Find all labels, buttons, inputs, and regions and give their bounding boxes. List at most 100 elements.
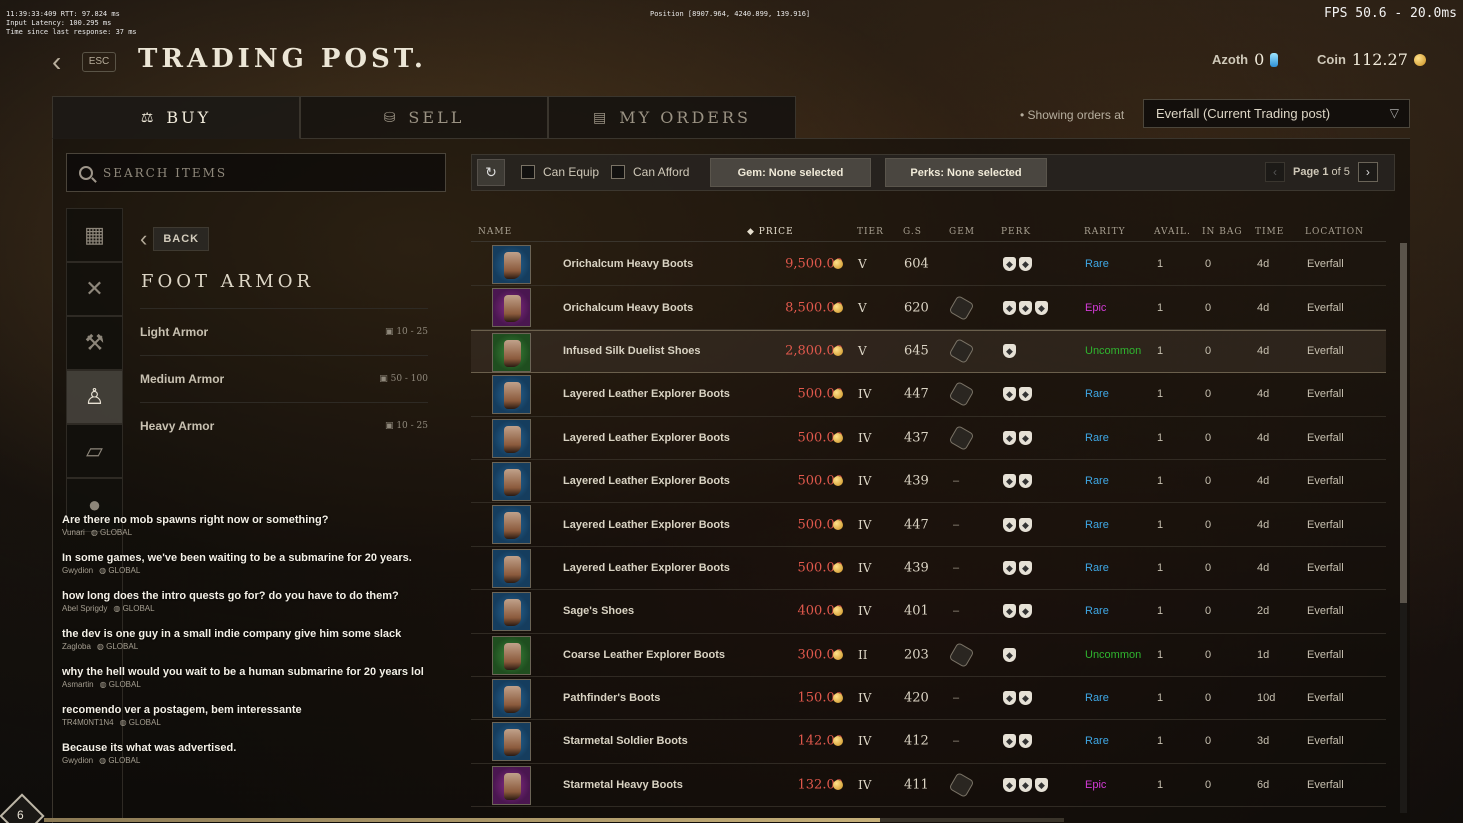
col-price[interactable]: ◆ PRICE: [747, 227, 794, 237]
chat-channel: GLOBAL: [106, 642, 139, 651]
item-tier: IV: [858, 387, 872, 402]
perks-filter-button[interactable]: Perks: None selected: [885, 158, 1047, 187]
table-row[interactable]: Infused Silk Duelist Shoes 2,800.00 V 64…: [471, 329, 1386, 374]
chat-user[interactable]: Gwydion: [62, 756, 93, 765]
coin-icon: [833, 432, 843, 443]
table-scrollbar[interactable]: [1400, 243, 1407, 813]
category-resources-button[interactable]: ▱: [66, 424, 123, 478]
item-thumbnail: [492, 505, 531, 545]
table-row[interactable]: Layered Leather Explorer Boots 500.00 IV…: [471, 460, 1386, 504]
prev-page-button[interactable]: ‹: [1265, 162, 1285, 182]
boot-icon: [504, 685, 521, 713]
col-time[interactable]: TIME: [1255, 227, 1284, 237]
can-equip-checkbox[interactable]: Can Equip: [521, 165, 599, 179]
table-row[interactable]: Starmetal Heavy Boots 132.00 IV 411 ◆ ◆ ◆ …: [471, 764, 1386, 808]
table-header: NAME ◆ PRICE TIER G.S GEM PERK RARITY AV…: [471, 222, 1386, 242]
table-row[interactable]: Layered Leather Explorer Boots 500.00 IV…: [471, 373, 1386, 417]
refresh-button[interactable]: ↻: [477, 159, 505, 186]
gem-empty: –: [953, 605, 960, 618]
category-weapons-button[interactable]: ✕: [66, 262, 123, 316]
table-row[interactable]: Starmetal Soldier Boots 142.00 IV 412 – …: [471, 720, 1386, 764]
item-time-left: 4d: [1257, 475, 1270, 488]
table-row[interactable]: Layered Leather Explorer Boots 500.00 IV…: [471, 547, 1386, 591]
table-row[interactable]: Coarse Leather Explorer Boots 300.00 II …: [471, 634, 1386, 677]
item-available: 1: [1157, 648, 1164, 661]
chat-user[interactable]: Abel Sprigdy: [62, 604, 107, 613]
col-gs[interactable]: G.S: [903, 227, 922, 237]
col-avail[interactable]: AVAIL.: [1154, 227, 1191, 237]
item-thumbnail: [492, 722, 531, 762]
coin-icon: [833, 649, 843, 660]
back-button[interactable]: ‹ BACK: [140, 226, 210, 252]
chat-user[interactable]: Gwydion: [62, 566, 93, 575]
subcategory-light-armor[interactable]: Light Armor ▣ 10 - 25: [140, 308, 428, 355]
category-armor-button[interactable]: ♙: [66, 370, 123, 424]
coin-icon: [833, 259, 843, 270]
item-gear-score: 411: [904, 777, 929, 793]
table-row[interactable]: Orichalcum Heavy Boots 8,500.00 V 620 ◆ ◆…: [471, 286, 1386, 330]
item-gear-score: 439: [904, 560, 929, 576]
subcategory-medium-armor[interactable]: Medium Armor ▣ 50 - 100: [140, 355, 428, 402]
next-page-button[interactable]: ›: [1357, 162, 1378, 182]
gem-empty: –: [953, 692, 960, 705]
table-row[interactable]: Orichalcum Heavy Boots 9,500.00 V 604 ◆ ◆…: [471, 243, 1386, 287]
chat-user[interactable]: Vunari: [62, 528, 85, 537]
chat-user[interactable]: Zagloba: [62, 642, 91, 651]
boot-icon: [504, 339, 521, 367]
item-location: Everfall: [1307, 258, 1344, 271]
item-time-left: 2d: [1257, 605, 1270, 618]
esc-button[interactable]: ESC: [82, 52, 116, 72]
col-tier[interactable]: TIER: [857, 227, 884, 237]
perk-icon: ◆: [1003, 344, 1016, 359]
coin-balance: Coin 112.27: [1317, 50, 1426, 69]
location-value: Everfall (Current Trading post): [1156, 106, 1331, 121]
chat-text: the dev is one guy in a small indie comp…: [62, 628, 402, 640]
perk-icon: ◆: [1003, 387, 1016, 402]
chat-user[interactable]: TR4M0NT1N4: [62, 718, 114, 727]
col-location[interactable]: LOCATION: [1305, 227, 1364, 237]
col-inbag[interactable]: IN BAG: [1202, 227, 1243, 237]
scrollbar-thumb[interactable]: [1400, 243, 1407, 603]
scale-icon: ⚖: [140, 109, 157, 126]
col-name[interactable]: NAME: [478, 227, 512, 237]
coin-icon: [833, 779, 843, 790]
back-arrow-icon[interactable]: ‹: [52, 48, 74, 76]
item-gear-score: 447: [904, 386, 929, 402]
can-afford-checkbox[interactable]: Can Afford: [611, 165, 689, 179]
coin-icon: [833, 476, 843, 487]
item-time-left: 4d: [1257, 561, 1270, 574]
chat-message: In some games, we've been waiting to be …: [62, 552, 452, 590]
chat-user[interactable]: Asmartin: [62, 680, 94, 689]
tab-my-orders[interactable]: ▤ MY ORDERS: [548, 96, 796, 139]
table-row[interactable]: Pathfinder's Boots 150.00 IV 420 – ◆ ◆ Ra…: [471, 677, 1386, 721]
col-gem[interactable]: GEM: [949, 227, 975, 237]
col-perk[interactable]: PERK: [1001, 227, 1031, 237]
item-rarity: Uncommon: [1085, 345, 1142, 358]
table-row[interactable]: Layered Leather Explorer Boots 500.00 IV…: [471, 417, 1386, 460]
item-time-left: 4d: [1257, 258, 1270, 271]
category-tools-button[interactable]: ⚒: [66, 316, 123, 370]
col-rarity[interactable]: RARITY: [1084, 227, 1126, 237]
table-row[interactable]: Sage's Shoes 400.00 IV 401 – ◆ ◆ Rare 1 0…: [471, 590, 1386, 634]
search-input[interactable]: [103, 165, 423, 180]
table-row[interactable]: Layered Leather Explorer Boots 500.00 IV…: [471, 503, 1386, 547]
item-location: Everfall: [1307, 431, 1344, 444]
gem-filter-button[interactable]: Gem: None selected: [710, 158, 871, 187]
chat-meta: TR4M0NT1N4 ◍ GLOBAL: [62, 718, 161, 727]
can-equip-label: Can Equip: [543, 165, 600, 179]
showing-orders-label: • Showing orders at: [1020, 108, 1125, 122]
coin-icon: [833, 693, 843, 704]
chat-feed: Are there no mob spawns right now or som…: [62, 514, 452, 780]
tab-sell[interactable]: ⛁ SELL: [300, 96, 548, 139]
item-thumbnail: [492, 765, 531, 805]
item-time-left: 4d: [1257, 518, 1270, 531]
trade-tabs: ⚖ BUY ⛁ SELL ▤ MY ORDERS: [52, 96, 796, 139]
perk-icon: ◆: [1035, 777, 1048, 792]
debug-latency: Input Latency: 100.295 ms: [6, 19, 112, 27]
category-all-button[interactable]: ▦: [66, 208, 123, 262]
tab-buy[interactable]: ⚖ BUY: [52, 96, 300, 139]
location-dropdown[interactable]: Everfall (Current Trading post) ▽: [1143, 99, 1410, 128]
item-gear-score: 645: [904, 343, 929, 359]
subcategory-heavy-armor[interactable]: Heavy Armor ▣ 10 - 25: [140, 402, 428, 449]
boot-icon: [504, 382, 521, 410]
